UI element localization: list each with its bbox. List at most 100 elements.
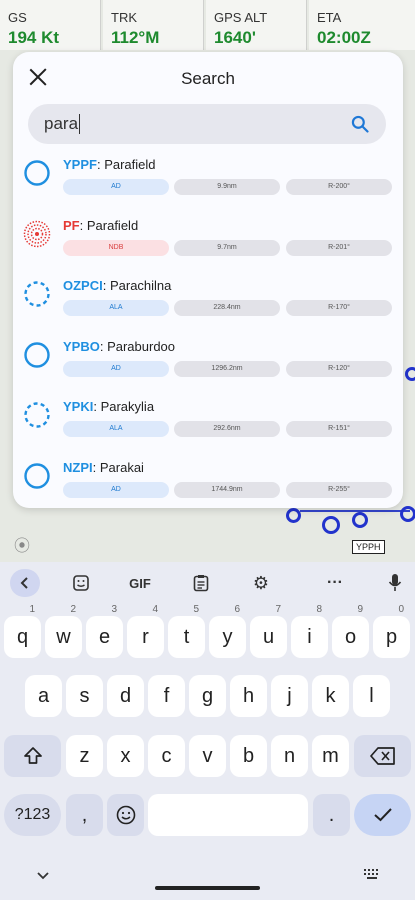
key-n[interactable]: n: [271, 735, 308, 777]
clipboard-icon[interactable]: [188, 569, 214, 597]
instrument-value: 112°M: [111, 28, 160, 47]
backspace-icon[interactable]: [354, 735, 411, 777]
search-result-row[interactable]: YPKI: Parakylia ALA 292.6nm R-151°: [13, 391, 403, 449]
key-s[interactable]: s: [66, 675, 103, 717]
result-distance: 228.4nm: [174, 300, 280, 316]
result-distance: 9.9nm: [174, 179, 280, 195]
instrument-gps-alt[interactable]: GPS ALT 1640': [206, 0, 307, 50]
search-result-row[interactable]: NZPI: Parakai AD 1744.9nm R-255°: [13, 452, 403, 510]
search-result-row[interactable]: YPBO: Paraburdoo AD 1296.2nm R-120°: [13, 331, 403, 389]
key-d[interactable]: d: [107, 675, 144, 717]
key-j[interactable]: j: [271, 675, 308, 717]
key-label: y: [222, 626, 233, 648]
key-label: e: [98, 626, 111, 648]
key-m[interactable]: m: [312, 735, 349, 777]
key-r[interactable]: r4: [127, 604, 164, 658]
gif-button[interactable]: GIF: [122, 569, 158, 597]
key-b[interactable]: b: [230, 735, 267, 777]
result-separator: :: [79, 217, 87, 233]
key-e[interactable]: e3: [86, 604, 123, 658]
result-code: YPKI: [63, 399, 94, 414]
key-label: w: [56, 626, 71, 648]
result-radial: R-120°: [286, 360, 392, 377]
key-label: o: [344, 626, 357, 648]
search-dialog: Search para YPPF: Parafield AD 9.9nm R-200°…: [13, 52, 403, 508]
result-code: YPBO: [63, 338, 100, 354]
key-v[interactable]: v: [189, 735, 226, 777]
key-label: i: [307, 626, 312, 648]
key-a[interactable]: a: [25, 675, 62, 717]
keyboard-grid-icon[interactable]: [364, 868, 380, 886]
result-code: YPPF: [63, 157, 97, 172]
key-t[interactable]: t5: [168, 604, 205, 658]
key-q[interactable]: q1: [4, 604, 41, 658]
key-y[interactable]: y6: [209, 604, 246, 658]
result-title: Parachilna: [109, 278, 172, 293]
comma-key[interactable]: ,: [66, 794, 103, 836]
emoji-icon[interactable]: [107, 794, 144, 836]
search-result-row[interactable]: YPPF: Parafield AD 9.9nm R-200°: [13, 149, 403, 207]
map-marker: [286, 508, 301, 523]
key-hint: 6: [234, 604, 240, 615]
key-h[interactable]: h: [230, 675, 267, 717]
home-handle[interactable]: [155, 886, 260, 890]
map-marker: [405, 367, 415, 381]
waypoint-label: YPPH: [352, 540, 385, 554]
search-result-row[interactable]: PF: Parafield NDB 9.7nm R-201°: [13, 210, 403, 268]
result-radial: R-201°: [286, 239, 392, 256]
period-key[interactable]: .: [313, 794, 350, 836]
instrument-label: GPS ALT: [214, 10, 268, 25]
key-o[interactable]: o9: [332, 604, 369, 658]
instrument-trk[interactable]: TRK 112°M: [103, 0, 204, 50]
key-l[interactable]: l: [353, 675, 390, 717]
key-g[interactable]: g: [189, 675, 226, 717]
result-separator: :: [93, 399, 101, 414]
circle-icon: [24, 341, 50, 368]
search-input[interactable]: para: [28, 104, 386, 144]
key-hint: 0: [398, 604, 404, 615]
instrument-gs[interactable]: GS 194 Kt: [0, 0, 101, 50]
key-hint: 3: [111, 604, 117, 615]
key-c[interactable]: c: [148, 735, 185, 777]
check-icon[interactable]: [354, 794, 411, 836]
instrument-eta[interactable]: ETA 02:00Z: [309, 0, 415, 50]
result-type-badge: ALA: [63, 421, 169, 437]
system-nav-bar: [0, 862, 415, 900]
result-radial: R-255°: [286, 481, 392, 498]
back-chevron-icon[interactable]: [10, 569, 40, 597]
search-result-row[interactable]: OZPCI: Parachilna ALA 228.4nm R-170°: [13, 270, 403, 328]
dashed-circle-icon: [24, 402, 50, 428]
key-f[interactable]: f: [148, 675, 185, 717]
result-radial: R-151°: [286, 421, 392, 437]
map-marker: [352, 512, 368, 528]
key-p[interactable]: p0: [373, 604, 410, 658]
key-i[interactable]: i8: [291, 604, 328, 658]
result-type-badge: AD: [63, 179, 169, 195]
key-x[interactable]: x: [107, 735, 144, 777]
mic-icon[interactable]: [382, 569, 408, 597]
gear-icon[interactable]: ⚙: [248, 569, 274, 597]
instrument-label: TRK: [111, 10, 137, 25]
instrument-label: ETA: [317, 10, 342, 25]
result-distance: 292.6nm: [174, 421, 280, 437]
key-z[interactable]: z: [66, 735, 103, 777]
key-u[interactable]: u7: [250, 604, 287, 658]
key-label: p: [385, 626, 398, 648]
instrument-label: GS: [8, 10, 27, 25]
symbols-key[interactable]: ?123: [4, 794, 61, 836]
search-icon[interactable]: [350, 114, 370, 134]
dashed-circle-icon: [24, 281, 50, 307]
circle-icon: [24, 462, 50, 489]
chevron-down-icon[interactable]: [36, 868, 50, 886]
result-code: NZPI: [63, 459, 93, 475]
key-hint: 4: [152, 604, 158, 615]
dialog-title: Search: [181, 69, 235, 88]
more-dots-icon[interactable]: ···: [320, 569, 350, 597]
space-bar[interactable]: [148, 794, 308, 836]
key-w[interactable]: w2: [45, 604, 82, 658]
key-k[interactable]: k: [312, 675, 349, 717]
result-distance: 1296.2nm: [174, 360, 280, 377]
map-marker: [322, 516, 340, 534]
sticker-icon[interactable]: [68, 569, 94, 597]
shift-icon[interactable]: [4, 735, 61, 777]
